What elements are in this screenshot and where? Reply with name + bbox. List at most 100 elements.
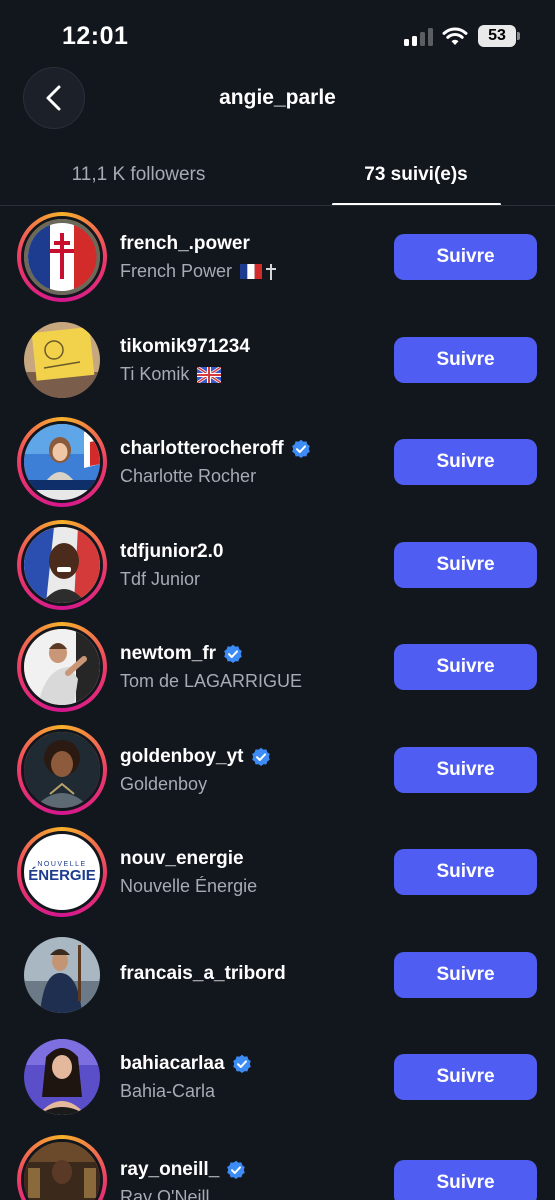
list-item[interactable]: charlotterocheroff Charlotte Rocher Suiv… bbox=[0, 411, 555, 513]
display-name: Tdf Junior bbox=[120, 569, 200, 590]
avatar-image bbox=[21, 421, 103, 503]
display-name-text: Nouvelle Énergie bbox=[120, 876, 258, 896]
list-item[interactable]: french_.power French Power Suivre bbox=[0, 206, 555, 308]
username[interactable]: french_.power bbox=[120, 233, 250, 255]
username[interactable]: charlotterocheroff bbox=[120, 438, 311, 460]
display-name: Ti Komik bbox=[120, 364, 222, 385]
avatar[interactable] bbox=[17, 315, 107, 405]
screen: 12:01 53 angie_parle 11,1 K followers 73… bbox=[0, 0, 555, 1200]
username-text: charlotterocheroff bbox=[120, 438, 284, 459]
username[interactable]: tdfjunior2.0 bbox=[120, 541, 223, 563]
display-name-text: Ray O'Neill bbox=[120, 1187, 210, 1200]
follow-button[interactable]: Suivre bbox=[394, 1054, 537, 1100]
avatar-image bbox=[21, 524, 103, 606]
list-item[interactable]: tdfjunior2.0 Tdf Junior Suivre bbox=[0, 514, 555, 616]
avatar-image bbox=[21, 1036, 103, 1118]
username[interactable]: newtom_fr bbox=[120, 643, 243, 665]
avatar-image: NOUVELLE ÉNERGIE bbox=[21, 831, 103, 913]
follow-button[interactable]: Suivre bbox=[394, 542, 537, 588]
username-text: nouv_energie bbox=[120, 848, 244, 869]
woman-tv-set-icon bbox=[24, 1039, 100, 1115]
list-item[interactable]: NOUVELLE ÉNERGIE nouv_energie Nouvelle É… bbox=[0, 821, 555, 923]
smiling-man-flag-icon bbox=[24, 527, 100, 603]
tab-following[interactable]: 73 suivi(e)s bbox=[277, 150, 555, 206]
avatar[interactable] bbox=[17, 212, 107, 302]
display-name-text: Charlotte Rocher bbox=[120, 466, 257, 486]
avatar-image bbox=[21, 729, 103, 811]
avatar-image bbox=[21, 934, 103, 1016]
status-time: 12:01 bbox=[62, 22, 129, 50]
follow-button[interactable]: Suivre bbox=[394, 439, 537, 485]
avatar[interactable] bbox=[17, 417, 107, 507]
list-item[interactable]: tikomik971234 Ti Komik Suivre bbox=[0, 309, 555, 411]
username-text: bahiacarlaa bbox=[120, 1053, 225, 1074]
display-name-text: Ti Komik bbox=[120, 364, 190, 384]
follow-button[interactable]: Suivre bbox=[394, 747, 537, 793]
page-title: angie_parle bbox=[219, 86, 336, 109]
avatar[interactable] bbox=[17, 930, 107, 1020]
avatar[interactable]: NOUVELLE ÉNERGIE bbox=[17, 827, 107, 917]
username-text: newtom_fr bbox=[120, 643, 217, 664]
flag-france-icon bbox=[240, 264, 263, 279]
display-name: Charlotte Rocher bbox=[120, 466, 256, 487]
verified-badge-icon bbox=[291, 439, 310, 458]
username-text: tdfjunior2.0 bbox=[120, 541, 224, 562]
display-name: Nouvelle Énergie bbox=[120, 876, 257, 897]
tab-bar: 11,1 K followers 73 suivi(e)s bbox=[0, 150, 555, 206]
logo-big-text: ÉNERGIE bbox=[28, 866, 96, 884]
username[interactable]: nouv_energie bbox=[120, 848, 244, 870]
list-item[interactable]: francais_a_tribord Suivre bbox=[0, 924, 555, 1026]
avatar-image bbox=[21, 1139, 103, 1200]
username[interactable]: tikomik971234 bbox=[120, 336, 250, 358]
yellow-sign-photo-icon bbox=[24, 322, 100, 398]
username-text: tikomik971234 bbox=[120, 336, 250, 357]
username-text: francais_a_tribord bbox=[120, 963, 286, 984]
display-name: Goldenboy bbox=[120, 774, 207, 795]
avatar[interactable] bbox=[17, 725, 107, 815]
cellular-signal-icon bbox=[404, 28, 434, 46]
man-studio-icon bbox=[24, 629, 100, 705]
avatar[interactable] bbox=[17, 622, 107, 712]
cross-of-lorraine-icon bbox=[24, 219, 100, 295]
follow-button[interactable]: Suivre bbox=[394, 234, 537, 280]
flag-guadeloupe-icon bbox=[197, 366, 222, 383]
verified-badge-icon bbox=[232, 1054, 251, 1073]
username[interactable]: francais_a_tribord bbox=[120, 963, 286, 985]
list-item[interactable]: newtom_fr Tom de LAGARRIGUE Suivre bbox=[0, 616, 555, 718]
latin-cross-icon bbox=[266, 263, 277, 280]
display-name: Tom de LAGARRIGUE bbox=[120, 671, 302, 692]
username[interactable]: ray_oneill_ bbox=[120, 1159, 246, 1181]
display-name-text: French Power bbox=[120, 261, 233, 281]
tab-followers[interactable]: 11,1 K followers bbox=[0, 150, 277, 206]
knight-portrait-icon bbox=[24, 732, 100, 808]
username-text: french_.power bbox=[120, 233, 250, 254]
verified-badge-icon bbox=[227, 1160, 246, 1179]
username-text: ray_oneill_ bbox=[120, 1159, 220, 1180]
avatar[interactable] bbox=[17, 1032, 107, 1122]
display-name: French Power bbox=[120, 261, 277, 282]
verified-badge-icon bbox=[224, 644, 242, 663]
avatar-image bbox=[21, 216, 103, 298]
list-item[interactable]: goldenboy_yt Goldenboy Suivre bbox=[0, 719, 555, 821]
follow-button[interactable]: Suivre bbox=[394, 952, 537, 998]
status-bar: 12:01 53 bbox=[0, 0, 555, 70]
follow-button[interactable]: Suivre bbox=[394, 337, 537, 383]
verified-badge-icon bbox=[251, 747, 270, 766]
follow-button[interactable]: Suivre bbox=[394, 849, 537, 895]
avatar[interactable] bbox=[17, 1135, 107, 1200]
list-item[interactable]: bahiacarlaa Bahia-Carla Suivre bbox=[0, 1026, 555, 1128]
follow-button[interactable]: Suivre bbox=[394, 1160, 537, 1200]
sailor-painting-icon bbox=[24, 937, 100, 1013]
display-name: Bahia-Carla bbox=[120, 1081, 215, 1102]
follow-button[interactable]: Suivre bbox=[394, 644, 537, 690]
avatar[interactable] bbox=[17, 520, 107, 610]
list-item[interactable]: ray_oneill_ Ray O'Neill Suivre bbox=[0, 1129, 555, 1200]
battery-cap bbox=[517, 32, 520, 40]
username[interactable]: goldenboy_yt bbox=[120, 746, 271, 768]
display-name-text: Goldenboy bbox=[120, 774, 208, 794]
display-name-text: Bahia-Carla bbox=[120, 1081, 216, 1101]
man-shop-icon bbox=[24, 1142, 100, 1200]
avatar-image bbox=[21, 626, 103, 708]
battery-indicator: 53 bbox=[478, 25, 516, 47]
username[interactable]: bahiacarlaa bbox=[120, 1053, 252, 1075]
